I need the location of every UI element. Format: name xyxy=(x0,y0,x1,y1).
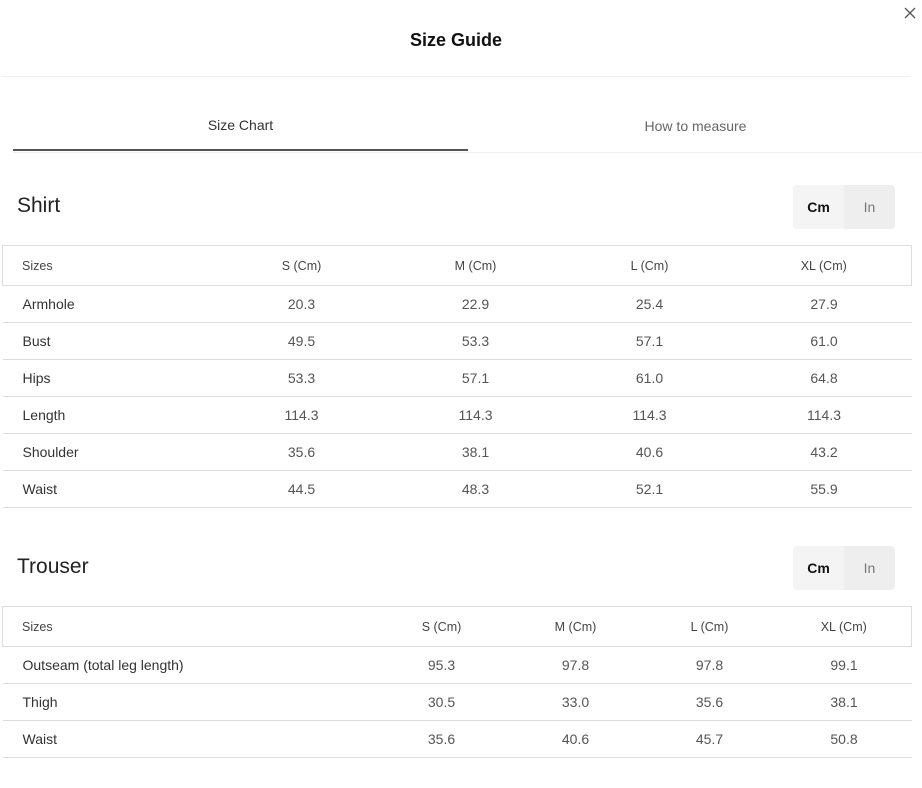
table-cell: 52.1 xyxy=(562,470,737,508)
table-cell: 53.3 xyxy=(214,359,389,397)
row-label: Thigh xyxy=(2,683,375,721)
table-cell: 38.1 xyxy=(388,433,563,471)
table-cell: 40.6 xyxy=(508,720,643,758)
column-header: M (Cm) xyxy=(388,245,563,286)
column-header: XL (Cm) xyxy=(776,606,912,647)
table-cell: 35.6 xyxy=(642,683,777,721)
modal-title: Size Guide xyxy=(409,30,503,50)
row-label: Waist xyxy=(2,720,375,758)
table-cell: 55.9 xyxy=(736,470,912,508)
table-cell: 57.1 xyxy=(388,359,563,397)
row-label: Waist xyxy=(2,470,215,508)
row-label: Hips xyxy=(2,359,215,397)
table-header-row: Sizes S (Cm) M (Cm) L (Cm) XL (Cm) xyxy=(2,245,912,286)
table-cell: 30.5 xyxy=(374,683,509,721)
shirt-unit-in-button[interactable]: In xyxy=(844,185,895,229)
table-row: Shoulder 35.6 38.1 40.6 43.2 xyxy=(2,433,912,471)
table-cell: 22.9 xyxy=(388,285,563,323)
table-cell: 97.8 xyxy=(508,646,643,684)
tab-size-chart[interactable]: Size Chart xyxy=(13,104,468,151)
trouser-size-table: Sizes S (Cm) M (Cm) L (Cm) XL (Cm) Outse… xyxy=(2,606,912,758)
table-row: Waist 35.6 40.6 45.7 50.8 xyxy=(2,720,912,758)
row-label: Outseam (total leg length) xyxy=(2,646,375,684)
row-label: Armhole xyxy=(2,285,215,323)
shirt-unit-cm-button[interactable]: Cm xyxy=(793,185,844,229)
row-label: Length xyxy=(2,396,215,434)
column-header: L (Cm) xyxy=(642,606,777,647)
table-row: Length 114.3 114.3 114.3 114.3 xyxy=(2,396,912,434)
column-header: Sizes xyxy=(2,245,215,286)
table-cell: 44.5 xyxy=(214,470,389,508)
table-cell: 53.3 xyxy=(388,322,563,360)
shirt-size-table: Sizes S (Cm) M (Cm) L (Cm) XL (Cm) Armho… xyxy=(2,245,912,508)
table-cell: 61.0 xyxy=(736,322,912,360)
table-cell: 48.3 xyxy=(388,470,563,508)
row-label: Bust xyxy=(2,322,215,360)
column-header: Sizes xyxy=(2,606,375,647)
table-cell: 38.1 xyxy=(776,683,912,721)
tab-how-to-measure[interactable]: How to measure xyxy=(468,104,922,151)
table-row: Waist 44.5 48.3 52.1 55.9 xyxy=(2,470,912,508)
column-header: L (Cm) xyxy=(562,245,737,286)
table-cell: 64.8 xyxy=(736,359,912,397)
shirt-unit-toggle: Cm In xyxy=(793,185,895,229)
table-cell: 50.8 xyxy=(776,720,912,758)
table-cell: 99.1 xyxy=(776,646,912,684)
table-cell: 114.3 xyxy=(214,396,389,434)
table-cell: 25.4 xyxy=(562,285,737,323)
table-cell: 35.6 xyxy=(214,433,389,471)
trouser-unit-cm-button[interactable]: Cm xyxy=(793,546,844,590)
column-header: M (Cm) xyxy=(508,606,643,647)
table-cell: 114.3 xyxy=(562,396,737,434)
table-cell: 20.3 xyxy=(214,285,389,323)
trouser-unit-toggle: Cm In xyxy=(793,546,895,590)
tab-bar: Size Chart How to measure xyxy=(13,104,922,153)
table-cell: 45.7 xyxy=(642,720,777,758)
table-cell: 35.6 xyxy=(374,720,509,758)
trouser-unit-in-button[interactable]: In xyxy=(844,546,895,590)
column-header: S (Cm) xyxy=(214,245,389,286)
table-header-row: Sizes S (Cm) M (Cm) L (Cm) XL (Cm) xyxy=(2,606,912,647)
table-cell: 40.6 xyxy=(562,433,737,471)
table-cell: 95.3 xyxy=(374,646,509,684)
table-cell: 49.5 xyxy=(214,322,389,360)
close-button[interactable] xyxy=(900,2,920,24)
shirt-section-title: Shirt xyxy=(17,194,61,217)
header-divider xyxy=(2,76,910,77)
table-cell: 27.9 xyxy=(736,285,912,323)
table-cell: 57.1 xyxy=(562,322,737,360)
table-row: Hips 53.3 57.1 61.0 64.8 xyxy=(2,359,912,397)
close-icon xyxy=(904,7,916,19)
column-header: XL (Cm) xyxy=(736,245,912,286)
table-cell: 114.3 xyxy=(388,396,563,434)
row-label: Shoulder xyxy=(2,433,215,471)
table-row: Thigh 30.5 33.0 35.6 38.1 xyxy=(2,683,912,721)
column-header: S (Cm) xyxy=(374,606,509,647)
table-cell: 33.0 xyxy=(508,683,643,721)
trouser-section-title: Trouser xyxy=(17,555,89,578)
table-cell: 97.8 xyxy=(642,646,777,684)
table-cell: 114.3 xyxy=(736,396,912,434)
table-row: Outseam (total leg length) 95.3 97.8 97.… xyxy=(2,646,912,684)
table-cell: 43.2 xyxy=(736,433,912,471)
table-row: Bust 49.5 53.3 57.1 61.0 xyxy=(2,322,912,360)
table-cell: 61.0 xyxy=(562,359,737,397)
table-row: Armhole 20.3 22.9 25.4 27.9 xyxy=(2,285,912,323)
